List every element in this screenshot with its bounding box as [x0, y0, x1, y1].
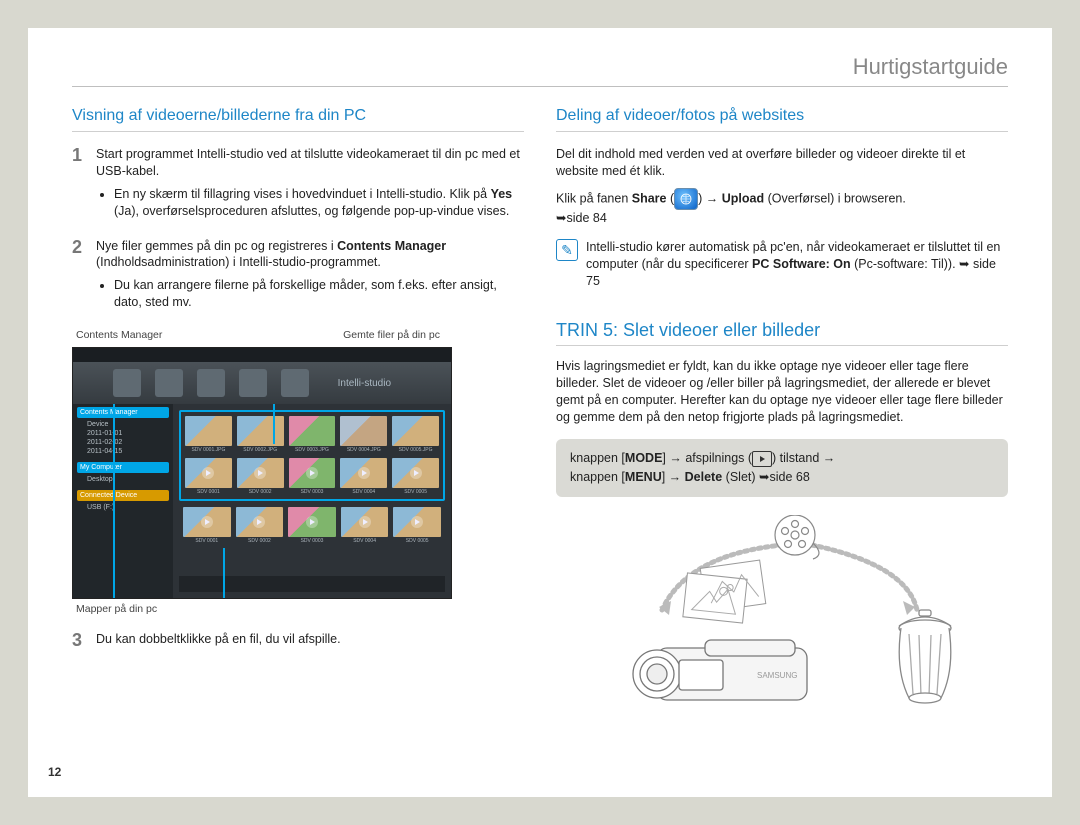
intelli-studio-screenshot: Intelli-studio Contents Manager Device 2… [72, 347, 452, 599]
thumbnail [341, 507, 389, 537]
left-column: Visning af videoerne/billederne fra din … [72, 107, 524, 715]
step-3: 3 Du kan dobbeltklikke på en fil, du vil… [72, 631, 524, 649]
trin5-body: Hvis lagringsmediet er fyldt, kan du ikk… [556, 358, 1008, 426]
steps-list-cont: 3 Du kan dobbeltklikke på en fil, du vil… [72, 631, 524, 649]
playback-icon [752, 451, 772, 467]
sidebar-contents-header: Contents Manager [77, 407, 169, 418]
two-column-layout: Visning af videoerne/billederne fra din … [72, 107, 1008, 715]
svg-text:SAMSUNG: SAMSUNG [757, 671, 797, 680]
page-header: Hurtigstartguide [72, 54, 1008, 87]
right-column: Deling af videoer/fotos på websites Del … [556, 107, 1008, 715]
toolbar-icon [113, 369, 141, 397]
label-contents-manager: Contents Manager [76, 329, 162, 341]
step1-bullet: En ny skærm til fillagring vises i hoved… [114, 186, 524, 220]
thumbnail [183, 507, 231, 537]
sidebar-mycomputer-header: My Computer [77, 462, 169, 473]
app-titlebar [73, 348, 451, 362]
step-number: 3 [72, 631, 86, 649]
info-note: ✎ Intelli-studio kører automatisk på pc'… [556, 239, 1008, 290]
info-icon: ✎ [556, 239, 578, 261]
thumbnail [185, 416, 232, 446]
thumbnail [288, 507, 336, 537]
screenshot-top-labels: Contents Manager Gemte filer på din pc [76, 329, 520, 341]
callout-line [223, 548, 225, 599]
thumbnail [237, 416, 284, 446]
label-folders: Mapper på din pc [76, 603, 524, 615]
sidebar-item: 2011-01-01 [77, 429, 169, 438]
callout-line [273, 404, 275, 444]
steps-list: 1 Start programmet Intelli-studio ved at… [72, 146, 524, 317]
app-toolbar: Intelli-studio [73, 362, 451, 404]
step3-text: Du kan dobbeltklikke på en fil, du vil a… [96, 631, 341, 649]
step-number: 1 [72, 146, 86, 226]
app-bottombar [179, 576, 445, 592]
toolbar-icon [155, 369, 183, 397]
thumbnail [340, 416, 387, 446]
thumbnail [289, 416, 336, 446]
sidebar-item: USB (F:) [77, 503, 169, 512]
page-number: 12 [48, 765, 61, 779]
sidebar-item: Desktop [77, 475, 169, 484]
share-instruction: Klik på fanen Share () → Upload (Overfør… [556, 188, 1008, 228]
delete-illustration: SAMSUNG [556, 515, 1008, 715]
sidebar-item: 2011-02-02 [77, 438, 169, 447]
thumbnail [393, 507, 441, 537]
toolbar-icon [197, 369, 225, 397]
thumbnail [340, 458, 387, 488]
label-saved-files: Gemte filer på din pc [343, 329, 440, 341]
sidebar-item: 2011-04-15 [77, 447, 169, 456]
callout-line [113, 404, 115, 599]
manual-page: Hurtigstartguide Visning af videoerne/bi… [28, 28, 1052, 797]
section-title-trin5: TRIN 5: Slet videoer eller billeder [556, 320, 1008, 346]
thumbs-top: SDV 0001.JPG SDV 0002.JPG SDV 0003.JPG S… [179, 410, 445, 501]
app-logo-text: Intelli-studio [338, 378, 411, 389]
step-number: 2 [72, 238, 86, 318]
sidebar-item: Device [77, 420, 169, 429]
step-1: 1 Start programmet Intelli-studio ved at… [72, 146, 524, 226]
sidebar-connected-header: Connected Device [77, 490, 169, 501]
thumbnail [289, 458, 336, 488]
toolbar-icon [281, 369, 309, 397]
thumbnail [236, 507, 284, 537]
step-2: 2 Nye filer gemmes på din pc og registre… [72, 238, 524, 318]
section-title-viewing: Visning af videoerne/billederne fra din … [72, 107, 524, 132]
thumbs-bottom: SDV 0001 SDV 0002 SDV 0003 SDV 0004 SDV … [179, 507, 445, 548]
thumbnail [392, 416, 439, 446]
button-sequence-box: knappen [MODE] → afspilnings () tilstand… [556, 439, 1008, 497]
thumbnail [185, 458, 232, 488]
app-content-area: SDV 0001.JPG SDV 0002.JPG SDV 0003.JPG S… [173, 404, 451, 598]
step1-text: Start programmet Intelli-studio ved at t… [96, 147, 520, 178]
section-title-sharing: Deling af videoer/fotos på websites [556, 107, 1008, 132]
thumbnail [392, 458, 439, 488]
app-sidebar: Contents Manager Device 2011-01-01 2011-… [73, 404, 173, 598]
sharing-paragraph: Del dit indhold med verden ved at overfø… [556, 146, 1008, 180]
toolbar-icon [239, 369, 267, 397]
step2-bullet: Du kan arrangere filerne på forskellige … [114, 277, 524, 311]
share-globe-icon [674, 188, 698, 210]
thumbnail [237, 458, 284, 488]
